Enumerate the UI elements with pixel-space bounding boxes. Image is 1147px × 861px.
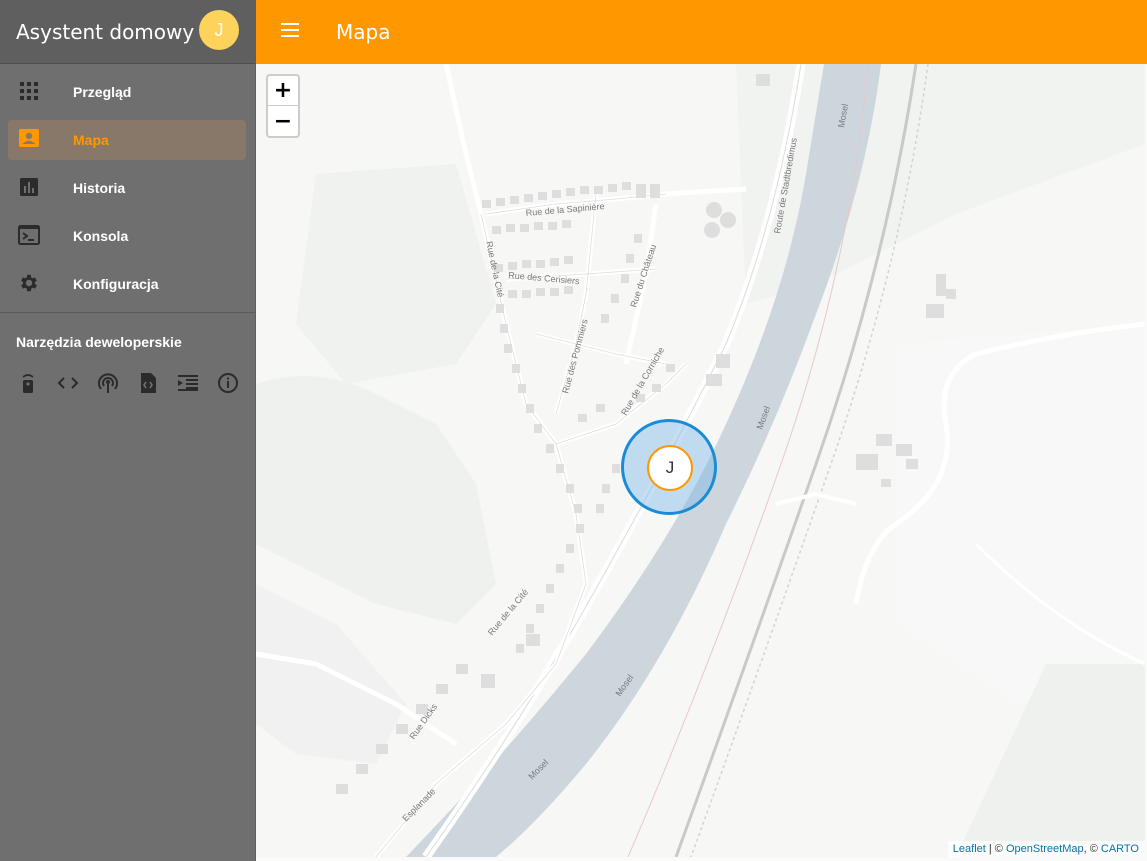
dev-states-button[interactable] (48, 365, 88, 405)
attribution-separator: , © (1083, 843, 1101, 855)
hamburger-icon (281, 22, 299, 42)
dev-mqtt-button[interactable] (168, 365, 208, 405)
app-root: Asystent domowy J Przegląd Mapa Historia… (0, 0, 1147, 861)
sidebar-item-label: Historia (73, 180, 126, 196)
code-icon (57, 376, 79, 395)
broadcast-icon (97, 372, 119, 399)
page-title: Mapa (336, 20, 391, 44)
map-label: Esplanade (400, 786, 437, 823)
map-label: Rue de la Cité (486, 587, 530, 637)
person-marker[interactable]: J (647, 445, 693, 491)
map-attribution: Leaflet | © OpenStreetMap, © CARTO (947, 841, 1145, 857)
zoom-in-button[interactable]: + (268, 76, 298, 106)
zoom-out-button[interactable]: − (268, 106, 298, 136)
sidebar-item-history[interactable]: Historia (0, 164, 255, 212)
user-avatar[interactable]: J (199, 10, 239, 50)
dev-info-button[interactable] (208, 365, 248, 405)
map-view[interactable]: Rue de la Sapinière Rue des Cerisiers Ru… (256, 64, 1145, 857)
template-icon (177, 374, 199, 397)
map-label: Rue des Pommiers (560, 318, 590, 395)
sidebar-item-label: Konfiguracja (73, 276, 159, 292)
osm-link[interactable]: OpenStreetMap (1006, 843, 1084, 855)
sidebar-item-overview[interactable]: Przegląd (0, 68, 255, 116)
map-label: Rue du Château (628, 243, 658, 308)
menu-button[interactable] (276, 18, 304, 46)
dev-tools-row (0, 365, 255, 405)
app-title: Asystent domowy (16, 19, 195, 44)
console-icon (18, 224, 40, 246)
sidebar-item-console[interactable]: Konsola (0, 212, 255, 260)
remote-icon (21, 373, 35, 398)
sidebar-item-map[interactable]: Mapa (0, 116, 255, 164)
file-code-icon (139, 372, 157, 399)
map-label: Rue des Cerisiers (508, 270, 581, 286)
grid-icon (18, 80, 40, 102)
sidebar-item-configuration[interactable]: Konfiguracja (0, 260, 255, 308)
sidebar: Asystent domowy J Przegląd Mapa Historia… (0, 0, 256, 861)
gear-icon (18, 272, 40, 294)
sidebar-item-label: Przegląd (73, 84, 132, 100)
account-box-icon (18, 128, 40, 150)
info-icon (217, 372, 239, 399)
top-app-bar: Mapa (256, 0, 1147, 64)
sidebar-header: Asystent domowy J (0, 0, 255, 64)
bar-chart-icon (18, 176, 40, 198)
zoom-control: + − (266, 74, 300, 138)
dev-tools-title: Narzędzia deweloperskie (16, 334, 182, 350)
sidebar-item-label: Mapa (73, 132, 109, 148)
dev-template-button[interactable] (128, 365, 168, 405)
sidebar-item-label: Konsola (73, 228, 129, 244)
attribution-separator: | © (985, 843, 1006, 855)
sidebar-nav: Przegląd Mapa Historia Konsola Konfigura… (0, 64, 255, 308)
leaflet-link[interactable]: Leaflet (953, 843, 986, 855)
dev-services-button[interactable] (8, 365, 48, 405)
dev-events-button[interactable] (88, 365, 128, 405)
carto-link[interactable]: CARTO (1101, 843, 1139, 855)
